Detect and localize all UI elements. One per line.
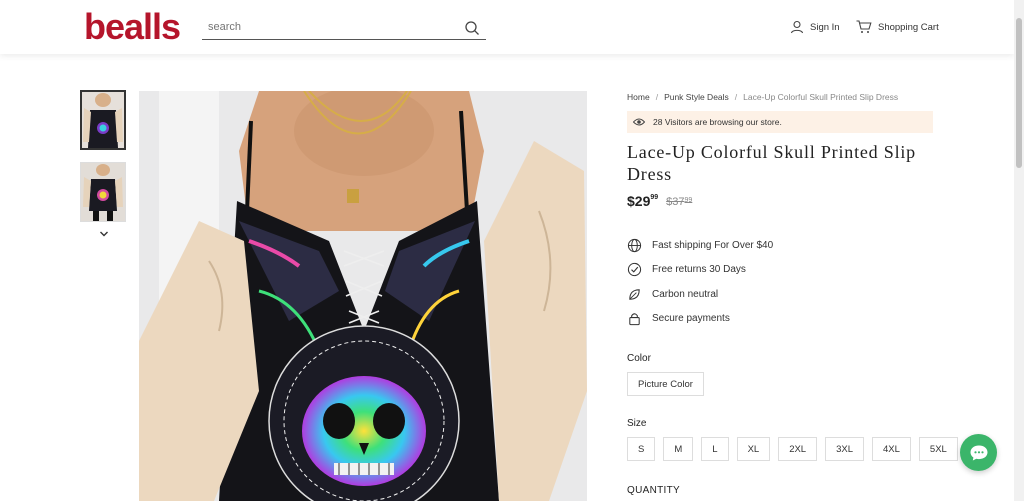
visitors-banner: 28 Visitors are browsing our store.: [627, 111, 933, 133]
product-main-image[interactable]: [139, 91, 587, 501]
product-photo: [139, 91, 587, 501]
breadcrumb-category[interactable]: Punk Style Deals: [664, 92, 729, 102]
color-options: Picture Color: [627, 372, 933, 396]
search-icon[interactable]: [464, 20, 480, 36]
feature-label: Free returns 30 Days: [652, 264, 746, 276]
feature-item: Fast shipping For Over $40: [627, 233, 933, 258]
current-price: $2999: [627, 193, 659, 209]
search-bar: [202, 16, 486, 40]
breadcrumb-current: Lace-Up Colorful Skull Printed Slip Dres…: [743, 92, 899, 102]
globe-icon: [627, 238, 642, 252]
sign-in-label: Sign In: [810, 21, 840, 33]
size-options: S M L XL 2XL 3XL 4XL 5XL: [627, 437, 958, 461]
size-option-5xl[interactable]: 5XL: [918, 437, 958, 461]
color-option-picture-color[interactable]: Picture Color: [627, 372, 704, 396]
feature-label: Carbon neutral: [652, 288, 719, 300]
size-option-4xl[interactable]: 4XL: [872, 437, 911, 461]
chat-button[interactable]: [960, 434, 997, 471]
leaf-icon: [629, 289, 640, 300]
lock-icon: [629, 313, 640, 326]
cart-icon: [856, 20, 872, 33]
shopping-cart-link[interactable]: Shopping Cart: [856, 20, 939, 34]
feature-label: Fast shipping For Over $40: [652, 239, 774, 251]
page-scrollbar[interactable]: [1014, 0, 1024, 501]
visitors-text: 28 Visitors are browsing our store.: [653, 117, 782, 127]
logo[interactable]: bealls: [84, 7, 181, 47]
size-option-2xl[interactable]: 2XL: [778, 437, 818, 461]
thumbnail-1[interactable]: [80, 90, 126, 150]
feature-item: Secure payments: [627, 307, 933, 332]
user-icon: [790, 20, 804, 34]
breadcrumb-separator: /: [655, 92, 659, 102]
breadcrumb: Home / Punk Style Deals / Lace-Up Colorf…: [627, 90, 933, 104]
check-circle-icon: [627, 263, 642, 277]
size-option-xl[interactable]: XL: [736, 437, 771, 461]
original-price: $3799: [666, 196, 693, 208]
size-option-s[interactable]: S: [627, 437, 656, 461]
feature-item: Free returns 30 Days: [627, 258, 933, 283]
feature-label: Secure payments: [652, 313, 730, 325]
chat-icon: [970, 445, 987, 460]
feature-list: Fast shipping For Over $40 Free returns …: [627, 233, 933, 331]
price-block: $2999 $3799: [627, 193, 933, 213]
size-option-3xl[interactable]: 3XL: [825, 437, 864, 461]
thumbnail-list: [80, 90, 128, 234]
quantity-label: QUANTITY: [627, 485, 680, 496]
thumbnail-image: [81, 163, 125, 221]
color-label: Color: [627, 353, 651, 364]
size-option-l[interactable]: L: [701, 437, 729, 461]
size-label: Size: [627, 418, 647, 429]
feature-item: Carbon neutral: [627, 282, 933, 307]
scrollbar-thumb[interactable]: [1016, 18, 1022, 168]
search-input[interactable]: [202, 16, 452, 38]
chevron-down-icon[interactable]: [98, 228, 110, 240]
breadcrumb-home[interactable]: Home: [627, 92, 650, 102]
shopping-cart-label: Shopping Cart: [878, 21, 939, 33]
size-option-m[interactable]: M: [663, 437, 694, 461]
sign-in-link[interactable]: Sign In: [790, 20, 840, 34]
product-info-panel: Home / Punk Style Deals / Lace-Up Colorf…: [627, 90, 958, 501]
thumbnail-2[interactable]: [80, 162, 126, 222]
product-title: Lace-Up Colorful Skull Printed Slip Dres…: [627, 142, 916, 184]
breadcrumb-separator: /: [734, 92, 738, 102]
eye-icon: [633, 118, 645, 126]
thumbnail-image: [82, 92, 124, 148]
site-header: bealls Sign In Shopping Cart: [0, 0, 1014, 54]
